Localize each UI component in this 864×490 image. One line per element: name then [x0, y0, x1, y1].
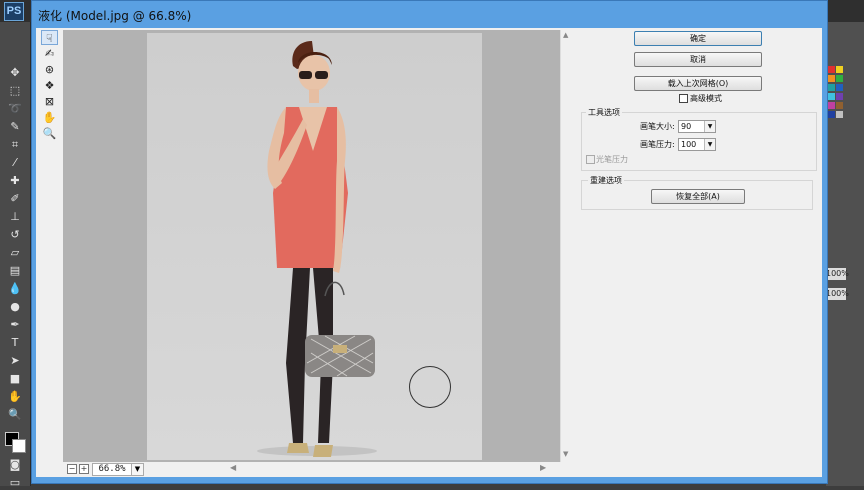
brush-tool-icon[interactable]: ✐: [7, 192, 23, 206]
brush-size-field[interactable]: 90 ▼: [678, 120, 716, 133]
path-select-icon[interactable]: ➤: [7, 354, 23, 368]
brush-cursor: [409, 366, 451, 408]
zoom-icon[interactable]: 🔍: [41, 126, 58, 141]
pucker-icon[interactable]: ⊛: [41, 62, 58, 77]
zoom-status: − + 66.8% ▼: [65, 462, 217, 476]
pen-tool-icon[interactable]: ✒: [7, 318, 23, 332]
history-brush-icon[interactable]: ↺: [7, 228, 23, 242]
background-color-swatch[interactable]: [12, 439, 26, 453]
brush-size-value: 90: [681, 122, 692, 131]
hand-icon[interactable]: ✋: [41, 110, 58, 125]
stamp-tool-icon[interactable]: ⊥: [7, 210, 23, 224]
zoom-out-icon[interactable]: −: [67, 464, 77, 474]
brush-pressure-field[interactable]: 100 ▼: [678, 138, 716, 151]
zoom-dropdown-icon[interactable]: ▼: [131, 463, 144, 476]
ok-button[interactable]: 确定: [634, 31, 762, 46]
push-left-icon[interactable]: ⊠: [41, 94, 58, 109]
chevron-down-icon[interactable]: ▼: [704, 121, 715, 132]
move-tool-icon[interactable]: ✥: [7, 66, 23, 80]
dodge-tool-icon[interactable]: ●: [7, 300, 23, 314]
shape-tool-icon[interactable]: ■: [7, 372, 23, 386]
scroll-left-icon[interactable]: ◀: [230, 463, 236, 472]
ps-toolbox: ✥ ⬚ ➰ ✎ ⌗ ⁄ ✚ ✐ ⊥ ↺ ▱ ▤ 💧 ● ✒ T ➤ ■ ✋ 🔍 …: [0, 22, 31, 489]
preview-canvas[interactable]: [63, 30, 560, 462]
stylus-pressure-checkbox[interactable]: [586, 155, 595, 164]
ps-logo: PS: [4, 2, 24, 21]
forward-warp-icon[interactable]: ☟: [41, 30, 58, 45]
quick-select-icon[interactable]: ✎: [7, 120, 23, 134]
gradient-tool-icon[interactable]: ▤: [7, 264, 23, 278]
quick-mask-icon[interactable]: ◙: [7, 458, 23, 472]
tool-options-title: 工具选项: [586, 107, 622, 118]
advanced-mode-label: 高级模式: [690, 94, 722, 103]
dialog-client: ☟ ✍ ⊛ ❖ ⊠ ✋ 🔍 ▲ ▼ ◀ ▶ − + 66.8% ▼ 确定 取消 …: [36, 28, 822, 477]
load-last-mesh-button[interactable]: 载入上次网格(O): [634, 76, 762, 91]
eraser-tool-icon[interactable]: ▱: [7, 246, 23, 260]
ps-panels: [826, 22, 864, 486]
zoom-in-icon[interactable]: +: [79, 464, 89, 474]
reconstruct-options-title: 重建选项: [588, 175, 624, 186]
type-tool-icon[interactable]: T: [7, 336, 23, 350]
advanced-mode-checkbox[interactable]: [679, 94, 688, 103]
chevron-down-icon[interactable]: ▼: [704, 139, 715, 150]
brush-size-label: 画笔大小:: [640, 122, 675, 131]
reconstruct-icon[interactable]: ✍: [41, 46, 58, 61]
bloat-icon[interactable]: ❖: [41, 78, 58, 93]
liquify-toolbox: ☟ ✍ ⊛ ❖ ⊠ ✋ 🔍: [36, 28, 63, 477]
lasso-tool-icon[interactable]: ➰: [7, 102, 23, 116]
restore-all-button[interactable]: 恢复全部(A): [651, 189, 745, 204]
screen-mode-icon[interactable]: ▭: [7, 476, 23, 490]
hand-tool-icon[interactable]: ✋: [7, 390, 23, 404]
eyedropper-icon[interactable]: ⁄: [7, 156, 23, 170]
healing-brush-icon[interactable]: ✚: [7, 174, 23, 188]
liquify-dialog: 液化 (Model.jpg @ 66.8%) ☟ ✍ ⊛ ❖ ⊠ ✋ 🔍 ▲ ▼…: [31, 0, 828, 484]
cancel-button[interactable]: 取消: [634, 52, 762, 67]
crop-tool-icon[interactable]: ⌗: [7, 138, 23, 152]
scroll-right-icon[interactable]: ▶: [540, 463, 546, 472]
scroll-down-icon[interactable]: ▼: [563, 450, 568, 458]
dialog-title: 液化 (Model.jpg @ 66.8%): [38, 9, 192, 23]
fill-field[interactable]: 100%: [826, 288, 849, 300]
brush-pressure-value: 100: [681, 140, 697, 149]
zoom-tool-icon[interactable]: 🔍: [7, 408, 23, 422]
preview-horizontal-scrollbar[interactable]: ◀ ▶: [218, 462, 560, 474]
scroll-up-icon[interactable]: ▲: [563, 31, 568, 39]
brush-pressure-label: 画笔压力:: [640, 140, 675, 149]
opacity-field[interactable]: 100%: [826, 268, 849, 280]
preview-vertical-scrollbar[interactable]: ▲ ▼: [560, 30, 573, 462]
stylus-pressure-label: 光笔压力: [596, 155, 628, 164]
blur-tool-icon[interactable]: 💧: [7, 282, 23, 296]
zoom-field[interactable]: 66.8%: [92, 463, 132, 476]
dialog-titlebar[interactable]: 液化 (Model.jpg @ 66.8%): [32, 1, 827, 27]
marquee-tool-icon[interactable]: ⬚: [7, 84, 23, 98]
